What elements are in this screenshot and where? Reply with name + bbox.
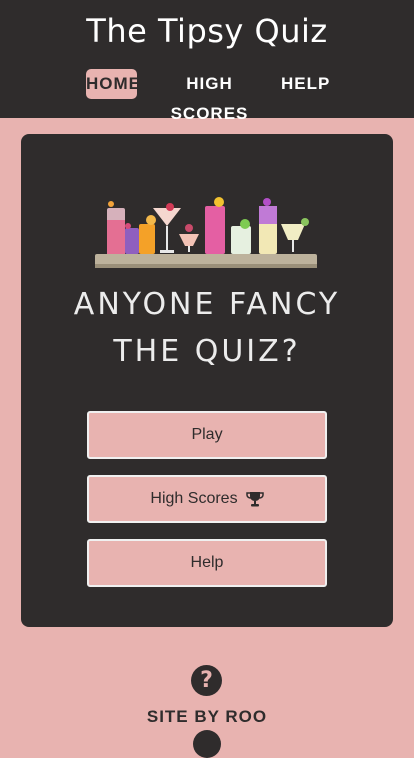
site-credit: SITE BY ROO <box>146 707 268 726</box>
cocktail-flight-image <box>95 197 317 268</box>
social-icon[interactable] <box>193 730 221 758</box>
trophy-icon <box>245 492 264 507</box>
play-button-label: Play <box>191 426 223 443</box>
main-nav: HOME HIGH SCORES HELP <box>0 69 414 123</box>
high-scores-button[interactable]: High Scores <box>87 475 327 523</box>
nav-high-scores[interactable]: HIGH SCORES <box>154 69 265 123</box>
site-header: The Tipsy Quiz HOME HIGH SCORES HELP <box>0 0 414 123</box>
nav-help[interactable]: HELP <box>281 69 329 99</box>
help-button[interactable]: Help <box>87 539 327 587</box>
site-title: The Tipsy Quiz <box>86 12 328 50</box>
play-button[interactable]: Play <box>87 411 327 459</box>
nav-home[interactable]: HOME <box>86 69 140 99</box>
headline: ANYONE FANCY THE QUIZ? <box>21 281 393 375</box>
headline-line-1: ANYONE FANCY <box>73 287 341 322</box>
question-circle-icon[interactable]: ? <box>191 665 222 696</box>
quiz-intro-card: ANYONE FANCY THE QUIZ? Play High Scores … <box>21 134 393 627</box>
high-scores-button-label: High Scores <box>150 490 238 507</box>
headline-line-2: THE QUIZ? <box>113 334 301 369</box>
help-button-label: Help <box>190 554 224 571</box>
